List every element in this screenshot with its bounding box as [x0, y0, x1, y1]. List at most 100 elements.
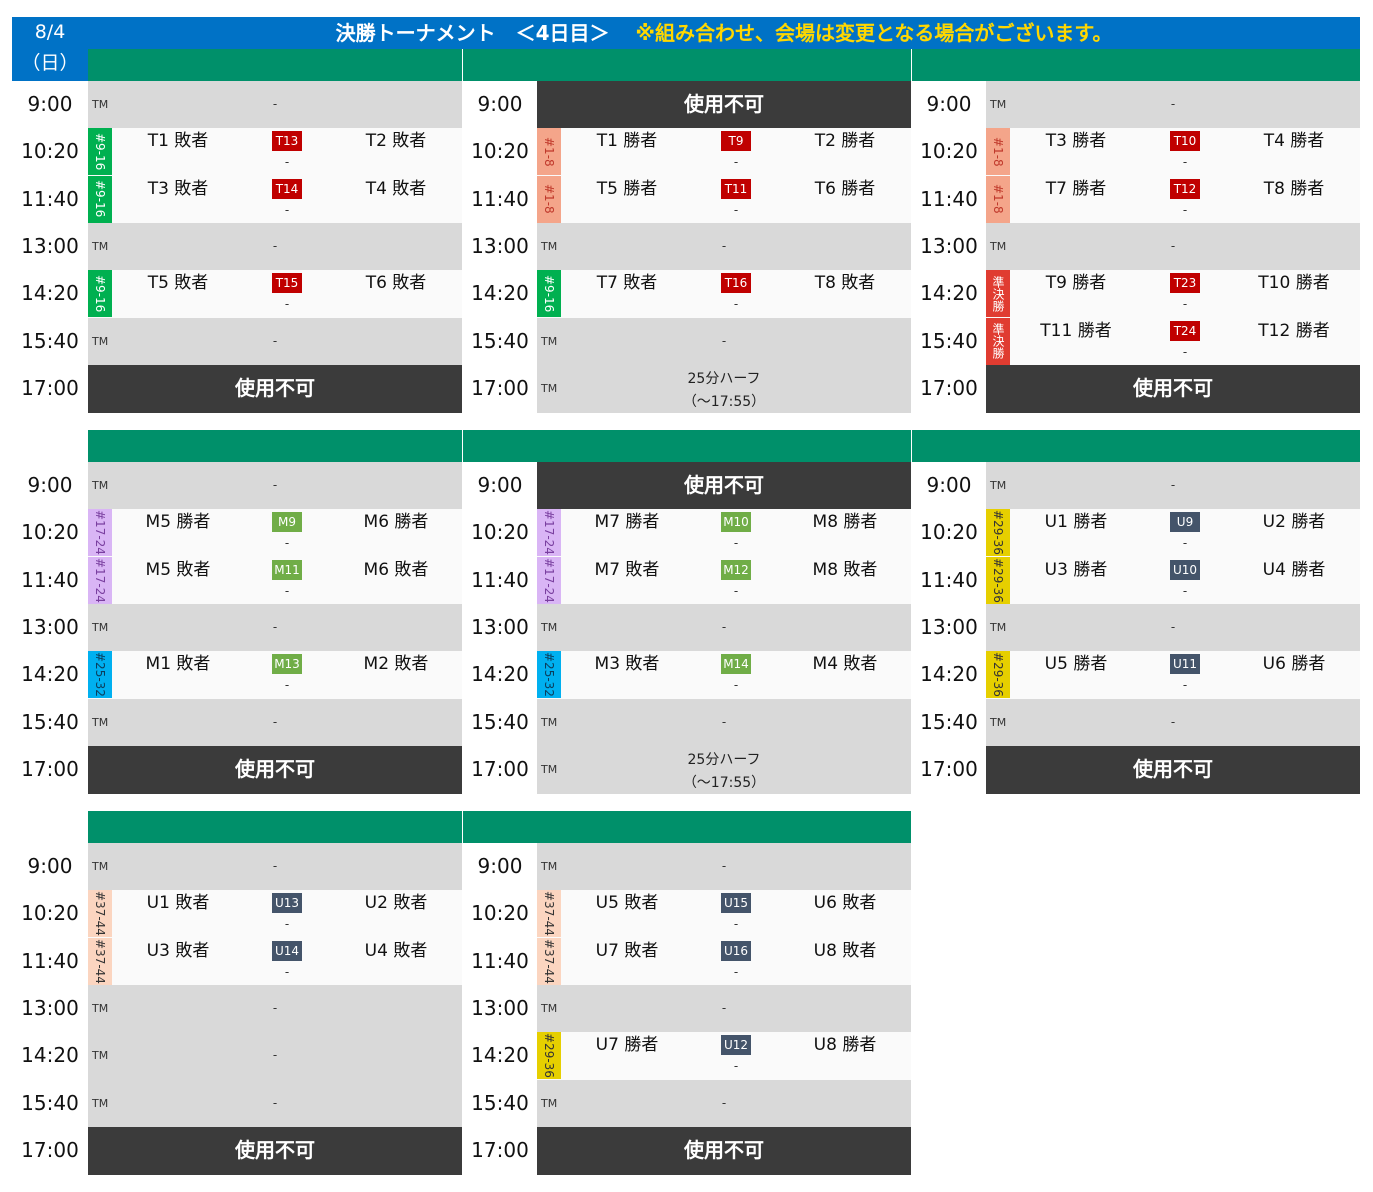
time-label: 17:00: [21, 756, 79, 781]
dash-placeholder: -: [721, 619, 727, 634]
empty-slot: TM 25分ハーフ （～17:55）: [537, 364, 911, 413]
empty-slot: TM -: [537, 698, 911, 747]
dash-placeholder: -: [284, 917, 290, 932]
team-right: U2 勝者: [1262, 512, 1326, 533]
team-left: T3 敗者: [147, 178, 209, 199]
time-label: 17:00: [920, 375, 978, 400]
match-slot[interactable]: #37-44 U3 敗者 U14 U4 敗者 -: [88, 937, 462, 986]
match-slot[interactable]: #17-24 M7 勝者 M10 M8 勝者 -: [537, 509, 911, 558]
unavailable-slot: 使用不可: [537, 81, 911, 129]
empty-slot: TM -: [986, 698, 1360, 747]
time-label: 10:20: [21, 139, 79, 164]
team-right: M6 敗者: [363, 559, 429, 580]
team-right: T12 勝者: [1258, 320, 1330, 341]
dash-placeholder: -: [284, 202, 290, 217]
empty-slot: TM -: [88, 1079, 462, 1128]
team-left: T1 勝者: [596, 131, 658, 152]
match-slot[interactable]: #17-24 M5 勝者 M9 M6 勝者 -: [88, 509, 462, 558]
empty-slot: TM -: [537, 317, 911, 366]
match-badge: U13: [272, 893, 302, 914]
match-badge: T15: [272, 273, 302, 294]
dash-placeholder: -: [272, 333, 278, 348]
match-slot[interactable]: #25-32 M3 敗者 M14 M4 敗者 -: [537, 651, 911, 699]
empty-slot: TM -: [537, 843, 911, 891]
match-slot[interactable]: #29-36 U3 勝者 U10 U4 勝者 -: [986, 556, 1360, 605]
dash-placeholder: -: [1170, 714, 1176, 729]
match-badge: T11: [721, 178, 751, 199]
dash-placeholder: -: [721, 1000, 727, 1015]
match-slot[interactable]: #9-16 T1 敗者 T13 T2 敗者 -: [88, 128, 462, 177]
venue-header-bar: [88, 811, 462, 843]
match-slot[interactable]: #29-36 U7 勝者 U12 U8 勝者 -: [537, 1032, 911, 1080]
time-label: 15:40: [21, 1090, 79, 1115]
dash-placeholder: -: [272, 97, 278, 111]
time-label: 13:00: [471, 233, 529, 258]
match-slot[interactable]: #25-32 M1 敗者 M13 M2 敗者 -: [88, 651, 462, 699]
match-slot[interactable]: #1-8 T7 勝者 T12 T8 勝者 -: [986, 175, 1360, 224]
dash-placeholder: -: [1182, 297, 1188, 312]
time-label: 17:00: [920, 756, 978, 781]
team-right: U6 勝者: [1262, 654, 1326, 675]
match-slot[interactable]: #9-16 T3 敗者 T14 T4 敗者 -: [88, 175, 462, 224]
empty-slot: TM -: [986, 81, 1360, 129]
team-right: T8 勝者: [1263, 178, 1325, 199]
team-right: U6 敗者: [813, 893, 877, 914]
match-badge: U14: [272, 940, 302, 961]
time-label: 14:20: [471, 281, 529, 306]
match-slot[interactable]: #37-44 U7 敗者 U16 U8 敗者 -: [537, 937, 911, 986]
match-badge: U11: [1170, 654, 1200, 675]
team-right: U4 敗者: [364, 940, 428, 961]
time-label: 17:00: [471, 1137, 529, 1162]
dash-placeholder: -: [272, 859, 278, 873]
unavailable-slot: 使用不可: [88, 364, 462, 413]
match-slot[interactable]: #29-36 U5 勝者 U11 U6 勝者 -: [986, 651, 1360, 699]
team-right: T2 勝者: [814, 131, 876, 152]
dash-placeholder: -: [721, 1095, 727, 1110]
time-label: 17:00: [471, 375, 529, 400]
note-line: （～17:55）: [682, 393, 766, 410]
time-label: 9:00: [926, 473, 972, 497]
dash-placeholder: -: [272, 714, 278, 729]
time-label: 15:40: [471, 328, 529, 353]
empty-slot: TM -: [537, 1079, 911, 1128]
time-label: 10:20: [21, 901, 79, 926]
page-title: 決勝トーナメント ＜4日目＞ ※組み合わせ、会場は変更となる場合がございます。: [88, 17, 1360, 49]
unavailable-slot: 使用不可: [986, 745, 1360, 794]
team-right: M8 敗者: [812, 559, 878, 580]
match-slot[interactable]: 準決勝 T9 勝者 T23 T10 勝者 -: [986, 270, 1360, 318]
dash-placeholder: -: [1182, 678, 1188, 693]
dash-placeholder: -: [284, 297, 290, 312]
team-left: T5 勝者: [596, 178, 658, 199]
match-slot[interactable]: #1-8 T1 勝者 T9 T2 勝者 -: [537, 128, 911, 177]
match-slot[interactable]: #9-16 T5 敗者 T15 T6 敗者 -: [88, 270, 462, 318]
team-left: M3 敗者: [594, 654, 660, 675]
match-slot[interactable]: #9-16 T7 敗者 T16 T8 敗者 -: [537, 270, 911, 318]
team-left: M7 敗者: [594, 559, 660, 580]
dash-placeholder: -: [1170, 97, 1176, 111]
match-slot[interactable]: #29-36 U1 勝者 U9 U2 勝者 -: [986, 509, 1360, 558]
dash-placeholder: -: [1170, 238, 1176, 253]
match-slot[interactable]: #1-8 T5 勝者 T11 T6 勝者 -: [537, 175, 911, 224]
team-right: M8 勝者: [812, 512, 878, 533]
dash-placeholder: -: [284, 964, 290, 979]
match-slot[interactable]: #37-44 U1 敗者 U13 U2 敗者 -: [88, 890, 462, 939]
unavailable-slot: 使用不可: [88, 1126, 462, 1175]
time-label: 14:20: [21, 662, 79, 687]
time-label: 17:00: [21, 375, 79, 400]
dash-placeholder: -: [272, 238, 278, 253]
time-label: 15:40: [21, 328, 79, 353]
dash-placeholder: -: [284, 583, 290, 598]
match-slot[interactable]: 準決勝 T11 勝者 T24 T12 勝者 -: [986, 317, 1360, 366]
dash-placeholder: -: [272, 1048, 278, 1063]
time-label: 10:20: [471, 139, 529, 164]
team-right: T4 敗者: [365, 178, 427, 199]
empty-slot: TM -: [537, 603, 911, 652]
match-slot[interactable]: #17-24 M5 敗者 M11 M6 敗者 -: [88, 556, 462, 605]
team-left: U5 勝者: [1044, 654, 1108, 675]
match-slot[interactable]: #37-44 U5 敗者 U15 U6 敗者 -: [537, 890, 911, 939]
time-label: 9:00: [27, 92, 73, 116]
match-slot[interactable]: #17-24 M7 敗者 M12 M8 敗者 -: [537, 556, 911, 605]
note-text: 25分ハーフ （～17:55）: [537, 749, 911, 794]
match-slot[interactable]: #1-8 T3 勝者 T10 T4 勝者 -: [986, 128, 1360, 177]
team-left: U7 勝者: [595, 1035, 659, 1056]
